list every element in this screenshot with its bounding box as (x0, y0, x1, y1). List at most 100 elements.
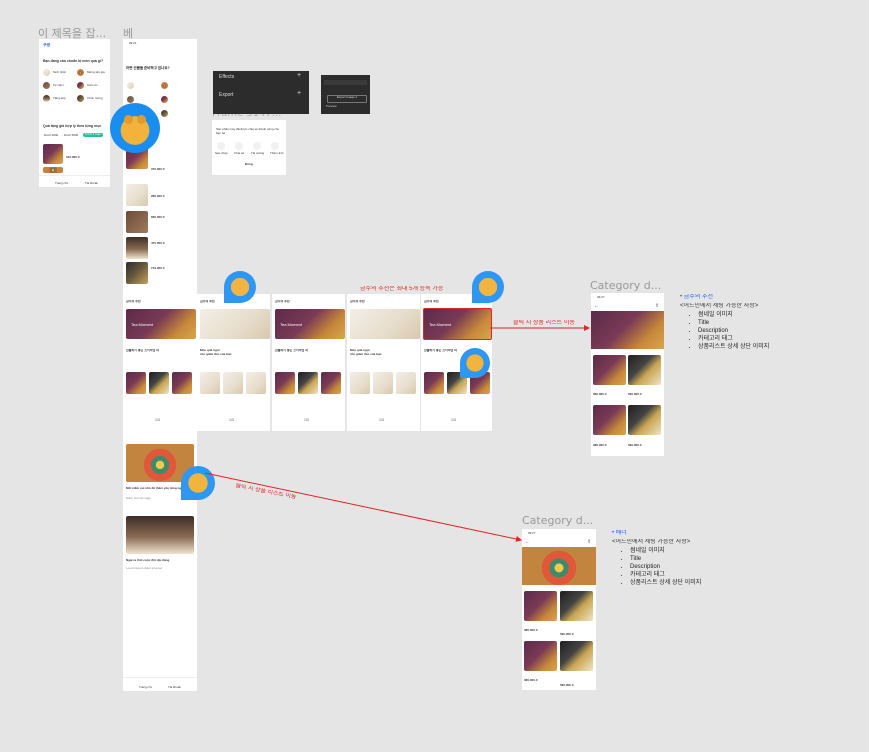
share-dialog: Sản phẩm này đã được chia sẻ thành công … (212, 120, 286, 175)
carousel-pagination[interactable]: 1/3 (229, 418, 234, 422)
share-dialog-text: Sản phẩm này đã được chia sẻ thành công … (216, 128, 280, 135)
category-icon[interactable] (127, 82, 134, 89)
product-thumbnail[interactable] (126, 372, 146, 394)
share-action-add-icon[interactable] (271, 142, 279, 150)
product-thumbnail[interactable] (126, 262, 148, 284)
back-icon[interactable]: ← (594, 303, 599, 309)
product-thumbnail[interactable] (172, 372, 192, 394)
carousel-pagination[interactable]: 1/3 (304, 418, 309, 422)
carousel-card-title: 선물하기 좋은 프리미엄 차 (275, 349, 308, 352)
notes-item: 상품리스트 상세 상단 이미지 (630, 579, 762, 587)
product-thumbnail[interactable] (43, 144, 63, 164)
product-thumbnail[interactable] (560, 641, 593, 671)
product-thumbnail[interactable] (126, 211, 148, 233)
share-icon[interactable]: ⇪ (587, 539, 591, 545)
product-thumbnail[interactable] (628, 405, 661, 435)
product-price: 590.000 đ (628, 444, 642, 447)
tab-home[interactable]: Trang chủ (139, 686, 152, 690)
product-thumbnail[interactable] (200, 372, 220, 394)
share-action-label: Chia sẻ (234, 152, 245, 155)
category-icon[interactable] (77, 69, 84, 76)
product-price: 590.000 đ (628, 393, 642, 396)
carousel-pagination[interactable]: 1/3 (379, 418, 384, 422)
share-dialog-close[interactable]: Đóng (245, 163, 253, 167)
carousel-header: 금주의 추천 (350, 300, 365, 303)
product-thumbnail[interactable] (298, 372, 318, 394)
product-price: 380.000 đ (593, 393, 607, 396)
category-icon[interactable] (77, 95, 84, 102)
effects-label: Effects (219, 74, 235, 80)
share-icon[interactable]: ⇪ (655, 303, 659, 309)
product-price: 590.000 đ (560, 684, 574, 687)
flow-arrow-banner (204, 472, 522, 542)
category-label[interactable]: Kỷ niệm (53, 84, 64, 88)
carousel-banner[interactable] (200, 309, 270, 339)
page-title: Bạn đang cần chuẩn bị món quà gì? (43, 59, 104, 63)
category-icon[interactable] (43, 95, 50, 102)
chip[interactable]: Dưới 200k (44, 134, 58, 138)
preview-label[interactable]: Preview (326, 105, 337, 109)
product-thumbnail[interactable] (126, 184, 148, 206)
product-thumbnail[interactable] (524, 591, 557, 621)
tab-account[interactable]: Tài khoản (168, 686, 181, 690)
phone-home-frame: 쿠팡 Bạn đang cần chuẩn bị món quà gì? Sin… (39, 39, 110, 187)
category-label[interactable]: Mừng tân gia (87, 71, 105, 75)
category-detail-frame-2: 09:27 ← ⇪ 380.000 đ 590.000 đ 380.000 đ … (522, 529, 596, 690)
product-thumbnail[interactable] (593, 405, 626, 435)
category-icon[interactable] (43, 82, 50, 89)
category-label[interactable]: Tặng sếp (53, 97, 66, 101)
category-label[interactable]: Sinh nhật (53, 71, 66, 75)
carousel-variant-3: 금주의 추천 Tea Moment 선물하기 좋은 프리미엄 차 1/3 (272, 294, 345, 431)
product-price: 665.000 đ (151, 216, 165, 219)
share-action-download-icon[interactable] (253, 142, 261, 150)
share-action-copy-icon[interactable] (217, 142, 225, 150)
tab-home[interactable]: Trang chủ (55, 182, 68, 186)
product-thumbnail[interactable] (524, 641, 557, 671)
notes-item: 썸네일 이미지 (630, 547, 762, 555)
carousel-variant-2: 금주의 추천 Món quà ngọt cho giám đốc của bạn… (197, 294, 270, 431)
product-thumbnail[interactable] (560, 591, 593, 621)
product-thumbnail[interactable] (424, 372, 444, 394)
product-thumbnail[interactable] (43, 167, 63, 173)
product-thumbnail[interactable] (321, 372, 341, 394)
category-icon[interactable] (161, 96, 168, 103)
export-scale-select[interactable] (324, 80, 367, 85)
effects-add-icon[interactable]: + (297, 72, 301, 79)
product-thumbnail[interactable] (246, 372, 266, 394)
carousel-pagination[interactable]: 1/3 (155, 418, 160, 422)
product-thumbnail[interactable] (628, 355, 661, 385)
category-icon[interactable] (43, 69, 50, 76)
product-thumbnail[interactable] (373, 372, 393, 394)
category-icon[interactable] (161, 82, 168, 89)
frame-label-category-1: Category d... (590, 279, 662, 292)
category-icon[interactable] (77, 82, 84, 89)
carousel-variant-4: 금주의 추천 Món quà ngọt cho giám đốc của bạn… (347, 294, 420, 431)
carousel-banner[interactable] (350, 309, 420, 339)
export-button[interactable]: Export Image 1 (327, 95, 367, 103)
share-action-label: Tải xuống (251, 152, 265, 155)
product-thumbnail[interactable] (223, 372, 243, 394)
avatar-ear (124, 115, 133, 124)
product-thumbnail[interactable] (149, 372, 169, 394)
product-thumbnail[interactable] (275, 372, 295, 394)
chip-active[interactable]: Dưới 1 triệu (83, 133, 103, 137)
share-action-share-icon[interactable] (235, 142, 243, 150)
carousel-card-title: 선물하기 좋은 프리미엄 차 (126, 349, 159, 352)
category-detail-frame-1: 09:27 ← ⇪ 380.000 đ 590.000 đ 380.000 đ … (591, 293, 664, 456)
notes-item: 상품리스트 상세 상단 이미지 (698, 343, 830, 351)
tab-account[interactable]: Tài khoản (85, 182, 98, 186)
banner-image[interactable] (126, 516, 194, 554)
export-add-icon[interactable]: + (297, 90, 301, 97)
product-thumbnail[interactable] (593, 355, 626, 385)
category-label[interactable]: Cảm ơn (87, 84, 98, 88)
carousel-banner-text: Tea Moment (280, 323, 303, 327)
category-icon[interactable] (161, 110, 168, 117)
product-thumbnail[interactable] (396, 372, 416, 394)
product-thumbnail[interactable] (350, 372, 370, 394)
category-label[interactable]: Chúc mừng (87, 97, 103, 101)
chip[interactable]: Dưới 500k (64, 134, 78, 138)
category-icon[interactable] (127, 96, 134, 103)
carousel-pagination[interactable]: 1/3 (451, 418, 456, 422)
product-thumbnail[interactable] (126, 237, 148, 259)
back-icon[interactable]: ← (525, 539, 530, 545)
